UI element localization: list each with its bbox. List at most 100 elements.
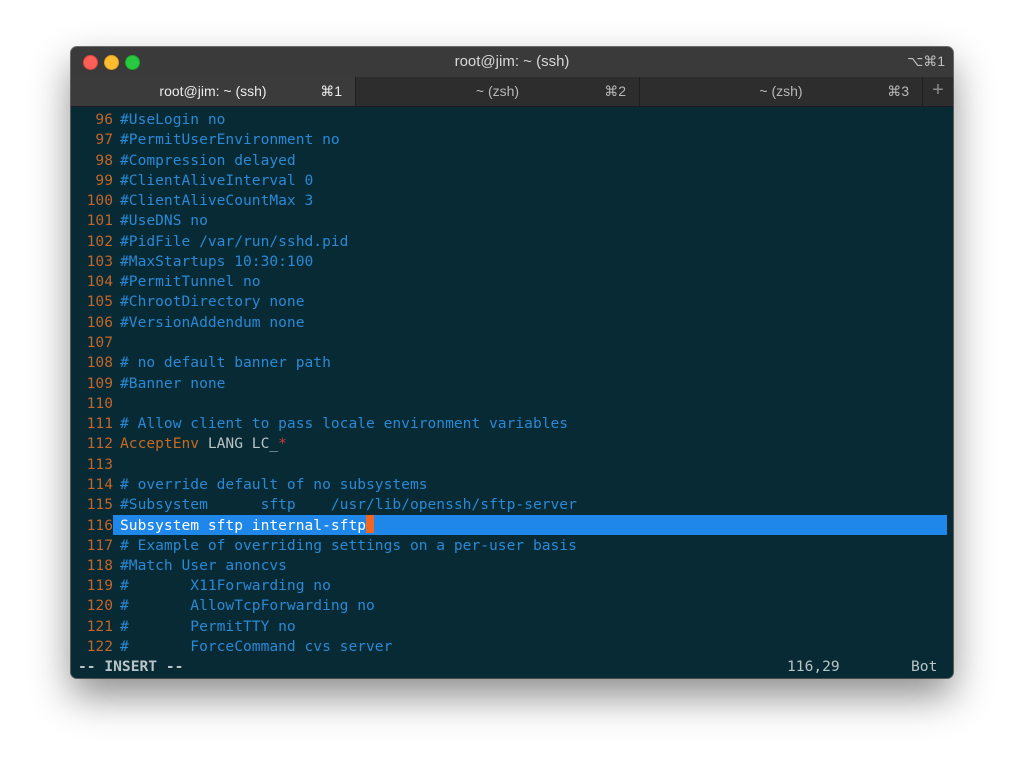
vim-mode-indicator: -- INSERT --: [78, 658, 184, 675]
scroll-position: Bot: [911, 658, 938, 675]
editor-line[interactable]: 115 #Subsystem sftp /usr/lib/openssh/sftp…: [78, 495, 577, 515]
line-text: # no default banner path: [120, 354, 331, 372]
editor-line[interactable]: 119 # X11Forwarding no: [78, 576, 331, 596]
line-number: 102: [86, 232, 113, 250]
line-number: 113: [86, 455, 113, 473]
line-text: # override default of no subsystems: [120, 475, 428, 493]
editor-line[interactable]: 101 #UseDNS no: [78, 211, 208, 231]
editor-line[interactable]: 109 #Banner none: [78, 374, 226, 394]
line-text: # Allow client to pass locale environmen…: [120, 415, 569, 433]
line-number: 121: [86, 617, 113, 635]
line-text: # AllowTcpForwarding no: [120, 597, 375, 615]
line-number: 105: [86, 293, 113, 311]
editor-line[interactable]: 121 # PermitTTY no: [78, 617, 296, 637]
line-number: 98: [95, 151, 113, 169]
line-number: 99: [95, 171, 113, 189]
line-number: 103: [86, 252, 113, 270]
editor-line[interactable]: 99 #ClientAliveInterval 0: [78, 171, 313, 191]
line-text: #Match User anoncvs: [120, 556, 287, 574]
editor-line[interactable]: 96 #UseLogin no: [78, 110, 225, 130]
editor-line[interactable]: 104 #PermitTunnel no: [78, 272, 261, 292]
current-line-text: Subsystem sftp internal-sftp: [120, 517, 367, 535]
line-number: 106: [86, 313, 113, 331]
window-shortcut: ⌥⌘1: [907, 53, 945, 69]
editor-line[interactable]: 112 AcceptEnv LANG LC_*: [78, 434, 287, 454]
editor-line[interactable]: 98 #Compression delayed: [78, 151, 296, 171]
line-number: 122: [86, 638, 113, 656]
tab-shortcut: ⌘2: [604, 83, 626, 99]
editor-line[interactable]: 118 #Match User anoncvs: [78, 556, 287, 576]
line-number: 116: [86, 517, 113, 535]
tab-zsh-2[interactable]: ~ (zsh) ⌘2: [356, 77, 640, 106]
line-text: # X11Forwarding no: [120, 577, 331, 595]
line-number: 118: [86, 556, 113, 574]
terminal-window: root@jim: ~ (ssh) ⌥⌘1 root@jim: ~ (ssh) …: [71, 47, 953, 678]
line-text: #Compression delayed: [120, 151, 296, 169]
editor-line[interactable]: 97 #PermitUserEnvironment no: [78, 130, 340, 150]
line-number: 97: [95, 131, 113, 149]
line-number: 108: [86, 354, 113, 372]
editor-line[interactable]: 122 # ForceCommand cvs server: [78, 637, 393, 657]
tab-shortcut: ⌘3: [887, 83, 909, 99]
line-number: 115: [86, 496, 113, 514]
line-number: 112: [86, 435, 113, 453]
line-number: 107: [86, 333, 113, 351]
editor-line[interactable]: 116 Subsystem sftp internal-sftp: [78, 515, 375, 535]
tab-bar: root@jim: ~ (ssh) ⌘1 ~ (zsh) ⌘2 ~ (zsh) …: [71, 77, 953, 107]
line-number: 117: [86, 536, 113, 554]
config-value: LANG LC_: [199, 435, 279, 453]
tab-shortcut: ⌘1: [320, 83, 342, 99]
line-text: #ClientAliveInterval 0: [120, 171, 314, 189]
text-cursor: [366, 515, 375, 534]
editor-line[interactable]: 106 #VersionAddendum none: [78, 313, 305, 333]
editor-line[interactable]: 110: [78, 394, 120, 414]
tab-label: root@jim: ~ (ssh): [159, 83, 267, 99]
tab-zsh-3[interactable]: ~ (zsh) ⌘3: [640, 77, 923, 106]
editor-line[interactable]: 107: [78, 333, 120, 353]
editor-line[interactable]: 108 # no default banner path: [78, 353, 331, 373]
title-bar[interactable]: root@jim: ~ (ssh) ⌥⌘1: [71, 47, 953, 78]
editor-line[interactable]: 102 #PidFile /var/run/sshd.pid: [78, 232, 349, 252]
editor-line[interactable]: 113: [78, 455, 120, 475]
line-text: #UseDNS no: [120, 212, 208, 230]
line-text: #PermitTunnel no: [120, 273, 261, 291]
tab-label: ~ (zsh): [475, 83, 520, 99]
line-number: 96: [95, 111, 113, 128]
line-text: # Example of overriding settings on a pe…: [120, 536, 577, 554]
tab-label: ~ (zsh): [759, 83, 803, 99]
editor-line[interactable]: 105 #ChrootDirectory none: [78, 292, 305, 312]
line-number: 109: [86, 374, 113, 392]
line-text: #PidFile /var/run/sshd.pid: [120, 232, 349, 250]
line-number: 100: [86, 192, 113, 210]
line-number: 111: [86, 415, 113, 433]
line-text: #Banner none: [120, 374, 226, 392]
line-number: 101: [86, 212, 113, 230]
config-keyword: AcceptEnv: [120, 435, 200, 453]
cursor-position: 116,29: [787, 658, 840, 675]
line-text: #VersionAddendum none: [120, 313, 305, 331]
wildcard-char: *: [278, 435, 287, 453]
line-number: 120: [86, 597, 113, 615]
new-tab-button[interactable]: +: [923, 77, 953, 106]
window-title: root@jim: ~ (ssh): [454, 53, 570, 70]
editor-line[interactable]: 111 # Allow client to pass locale environ…: [78, 414, 568, 434]
line-text: #ChrootDirectory none: [120, 293, 305, 311]
line-number: 114: [86, 475, 113, 493]
line-text: #UseLogin no: [120, 111, 226, 128]
line-text: #PermitUserEnvironment no: [120, 131, 340, 149]
tab-ssh[interactable]: root@jim: ~ (ssh) ⌘1: [71, 77, 356, 106]
line-text: # ForceCommand cvs server: [120, 638, 393, 656]
line-number: 119: [86, 577, 113, 595]
line-text: #Subsystem sftp /usr/lib/openssh/sftp-se…: [120, 496, 577, 514]
line-text: #ClientAliveCountMax 3: [120, 192, 314, 210]
editor-line[interactable]: 103 #MaxStartups 10:30:100: [78, 252, 314, 272]
line-text: #MaxStartups 10:30:100: [120, 252, 314, 270]
line-text: # PermitTTY no: [120, 617, 296, 635]
editor-line[interactable]: 117 # Example of overriding settings on a…: [78, 536, 577, 556]
line-number: 110: [86, 394, 113, 412]
editor-line[interactable]: 100 #ClientAliveCountMax 3: [78, 191, 314, 211]
terminal-content[interactable]: -- INSERT -- 116,29 Bot 96 #UseLogin no 97…: [71, 107, 953, 678]
editor-line[interactable]: 114 # override default of no subsystems: [78, 475, 428, 495]
editor-line[interactable]: 120 # AllowTcpForwarding no: [78, 596, 375, 616]
line-number: 104: [86, 273, 113, 291]
